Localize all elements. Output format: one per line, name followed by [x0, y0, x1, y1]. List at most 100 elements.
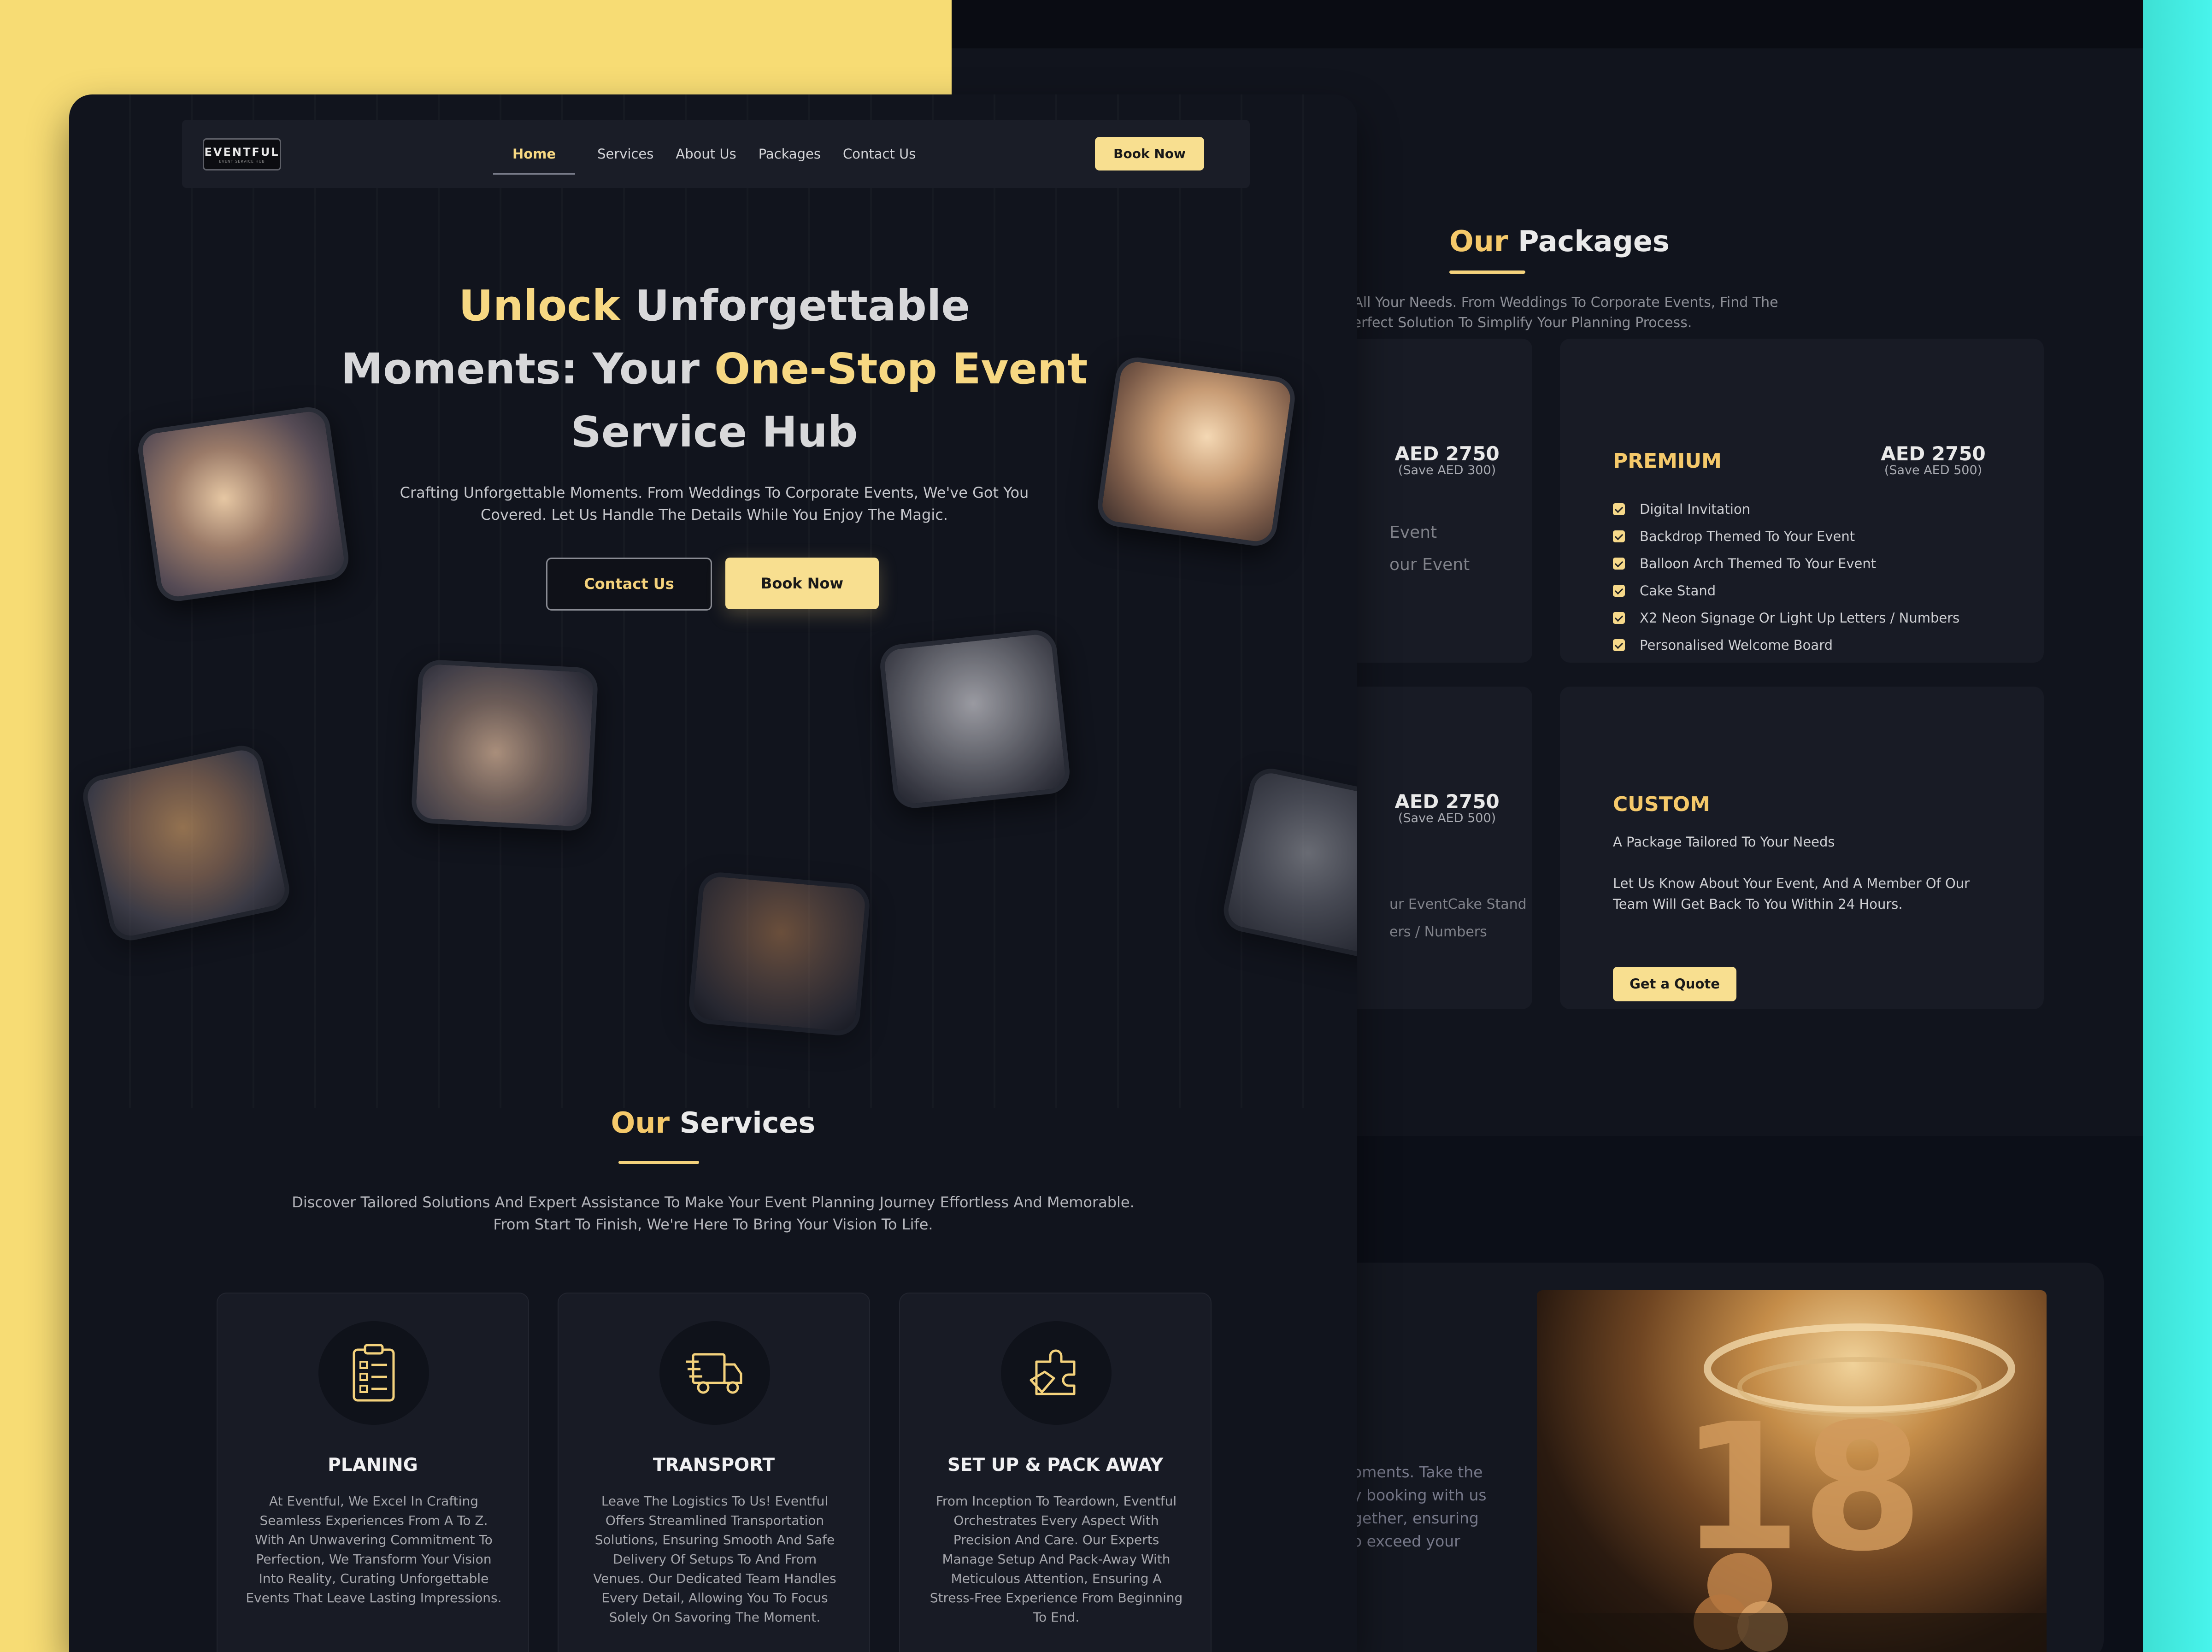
about-text: oments. Take the y booking with us gethe… [1353, 1461, 1509, 1553]
service-description: From Inception To Teardown, Eventful Orc… [928, 1492, 1185, 1627]
service-description-line: Into Reality, Curating Unforgettable [259, 1571, 489, 1586]
check-icon [1613, 584, 1625, 597]
service-description-line: Stress-Free Experience From Beginning [930, 1590, 1183, 1605]
package-feature-label: X2 Neon Signage Or Light Up Letters / Nu… [1640, 610, 1960, 626]
service-description-line: Offers Streamlined Transportation [605, 1513, 824, 1528]
service-description: At Eventful, We Excel In Crafting Seamle… [245, 1492, 502, 1608]
package-savings: (Save AED 500) [1884, 463, 1983, 477]
service-description-line: Solely On Savoring The Moment. [609, 1610, 821, 1625]
package-price-value: AED 2750 [1394, 790, 1500, 813]
package-card-custom: CUSTOM A Package Tailored To Your Needs … [1560, 687, 2044, 1009]
package-feature: X2 Neon Signage Or Light Up Letters / Nu… [1613, 604, 1959, 631]
service-description-line: Orchestrates Every Aspect With [953, 1513, 1159, 1528]
package-feature: Digital Invitation [1613, 495, 1959, 523]
package-savings: (Save AED 500) [1398, 811, 1496, 825]
check-icon [1613, 611, 1625, 624]
packages-heading-accent: Our [1449, 224, 1508, 258]
service-description: Leave The Logistics To Us! Eventful Offe… [586, 1492, 843, 1627]
service-description-line: At Eventful, We Excel In Crafting [269, 1493, 478, 1509]
logo[interactable]: EVENTFUL EVENT SERVICE HUB [203, 138, 281, 170]
packages-top-bar [952, 0, 2143, 48]
hero-subtitle-line: Covered. Let Us Handle The Details While… [481, 506, 948, 523]
nav-link-packages[interactable]: Packages [759, 146, 821, 162]
services-subtitle-line: Discover Tailored Solutions And Expert A… [292, 1193, 1135, 1211]
services-heading: Our Services [69, 1106, 1357, 1140]
package-title: PREMIUM [1613, 449, 1722, 473]
party-photo-dinner [410, 659, 599, 832]
contact-us-button[interactable]: Contact Us [546, 558, 712, 611]
venue-photo-art: 18 [1537, 1323, 2047, 1652]
service-title: PLANING [328, 1455, 418, 1476]
service-description-line: Leave The Logistics To Us! Eventful [601, 1493, 829, 1509]
services-subtitle: Discover Tailored Solutions And Expert A… [207, 1191, 1219, 1235]
service-description-line: Every Detail, Allowing You To Focus [601, 1590, 828, 1605]
about-text-line: y booking with us [1353, 1486, 1487, 1504]
packages-heading-text: Packages [1518, 224, 1670, 258]
package-feature-fragment: our Event [1389, 555, 1470, 574]
navbar: EVENTFUL EVENT SERVICE HUB Home Services… [182, 120, 1250, 188]
home-page: EVENTFUL EVENT SERVICE HUB Home Services… [69, 94, 1357, 1652]
services-heading-text: Services [679, 1106, 816, 1140]
nav-book-now-button[interactable]: Book Now [1095, 137, 1204, 170]
get-quote-button[interactable]: Get a Quote [1613, 967, 1736, 1001]
nav-link-home[interactable]: Home [493, 146, 576, 175]
about-text-line: o exceed your [1353, 1532, 1460, 1550]
puzzle-icon [1030, 1349, 1076, 1395]
package-title: CUSTOM [1613, 793, 1710, 816]
package-feature-fragment: ur EventCake Stand [1389, 896, 1527, 912]
services-heading-underline [618, 1161, 699, 1164]
package-tagline: A Package Tailored To Your Needs [1613, 834, 1835, 850]
package-price: AED 2750 (Save AED 300) [1389, 442, 1505, 477]
package-feature: Balloon Arch Themed To Your Event [1613, 550, 1959, 577]
clipboard-icon [353, 1344, 395, 1401]
cyan-backdrop [2143, 0, 2212, 1652]
services-subtitle-line: From Start To Finish, We're Here To Brin… [493, 1216, 933, 1233]
service-description-line: Solutions, Ensuring Smooth And Safe [594, 1532, 835, 1547]
service-icon-wrap [318, 1321, 429, 1425]
truck-icon [686, 1353, 742, 1393]
hero-title-text: Unforgettable [620, 281, 970, 330]
service-description-line: Meticulous Attention, Ensuring A [951, 1571, 1162, 1586]
nav-link-about[interactable]: About Us [676, 146, 736, 162]
svg-text:18: 18 [1680, 1386, 1924, 1590]
hero-title-accent: Unlock [459, 281, 620, 330]
check-icon [1613, 557, 1625, 570]
package-card-premium: PREMIUM AED 2750 (Save AED 500) Digital … [1560, 339, 2044, 663]
service-description-line: Precision And Care. Our Experts [953, 1532, 1159, 1547]
package-feature-label: Personalised Welcome Board [1640, 637, 1833, 653]
hero-book-now-button[interactable]: Book Now [725, 558, 879, 609]
nav-link-services[interactable]: Services [597, 146, 653, 162]
package-feature-fragment: ers / Numbers [1389, 924, 1487, 940]
package-savings: (Save AED 300) [1398, 463, 1496, 477]
check-icon [1613, 530, 1625, 542]
package-feature-label: Digital Invitation [1640, 501, 1751, 517]
package-price: AED 2750 (Save AED 500) [1864, 442, 2002, 477]
package-feature-list: Digital Invitation Backdrop Themed To Yo… [1613, 495, 1959, 658]
package-feature-label: Balloon Arch Themed To Your Event [1640, 555, 1877, 571]
packages-heading-underline [1449, 270, 1525, 274]
logo-subtitle: EVENT SERVICE HUB [219, 159, 265, 164]
hero-title: Unlock Unforgettable Moments: Your One-S… [300, 274, 1129, 464]
packages-heading: Our Packages [1449, 224, 1670, 258]
service-card-setup: SET UP & PACK AWAY From Inception To Tea… [899, 1293, 1212, 1652]
package-feature-label: Backdrop Themed To Your Event [1640, 528, 1855, 544]
package-feature: Backdrop Themed To Your Event [1613, 523, 1959, 550]
hero-subtitle: Crafting Unforgettable Moments. From Wed… [355, 482, 1074, 526]
package-description-line: Team Will Get Back To You Within 24 Hour… [1613, 896, 1903, 912]
hero-title-text: Moments: Your [341, 344, 715, 394]
package-feature-fragment: Event [1389, 523, 1437, 542]
nav-links: Home Services About Us Packages Contact … [493, 120, 938, 188]
package-price: AED 2750 (Save AED 500) [1389, 790, 1505, 825]
service-description-line: Delivery Of Setups To And From [612, 1552, 817, 1567]
service-description-line: Manage Setup And Pack-Away With [942, 1552, 1171, 1567]
logo-title: EVENTFUL [204, 145, 280, 159]
service-description-line: Seamless Experiences From A To Z. [259, 1513, 488, 1528]
service-icon-wrap [1001, 1321, 1112, 1425]
package-feature: Cake Stand [1613, 577, 1959, 604]
nav-link-contact[interactable]: Contact Us [843, 146, 916, 162]
service-description-line: To End. [1033, 1610, 1080, 1625]
services-heading-accent: Our [611, 1106, 670, 1140]
package-feature: Personalised Welcome Board [1613, 631, 1959, 658]
service-description-line: Events That Leave Lasting Impressions. [246, 1590, 502, 1605]
package-feature-label: Cake Stand [1640, 582, 1716, 599]
